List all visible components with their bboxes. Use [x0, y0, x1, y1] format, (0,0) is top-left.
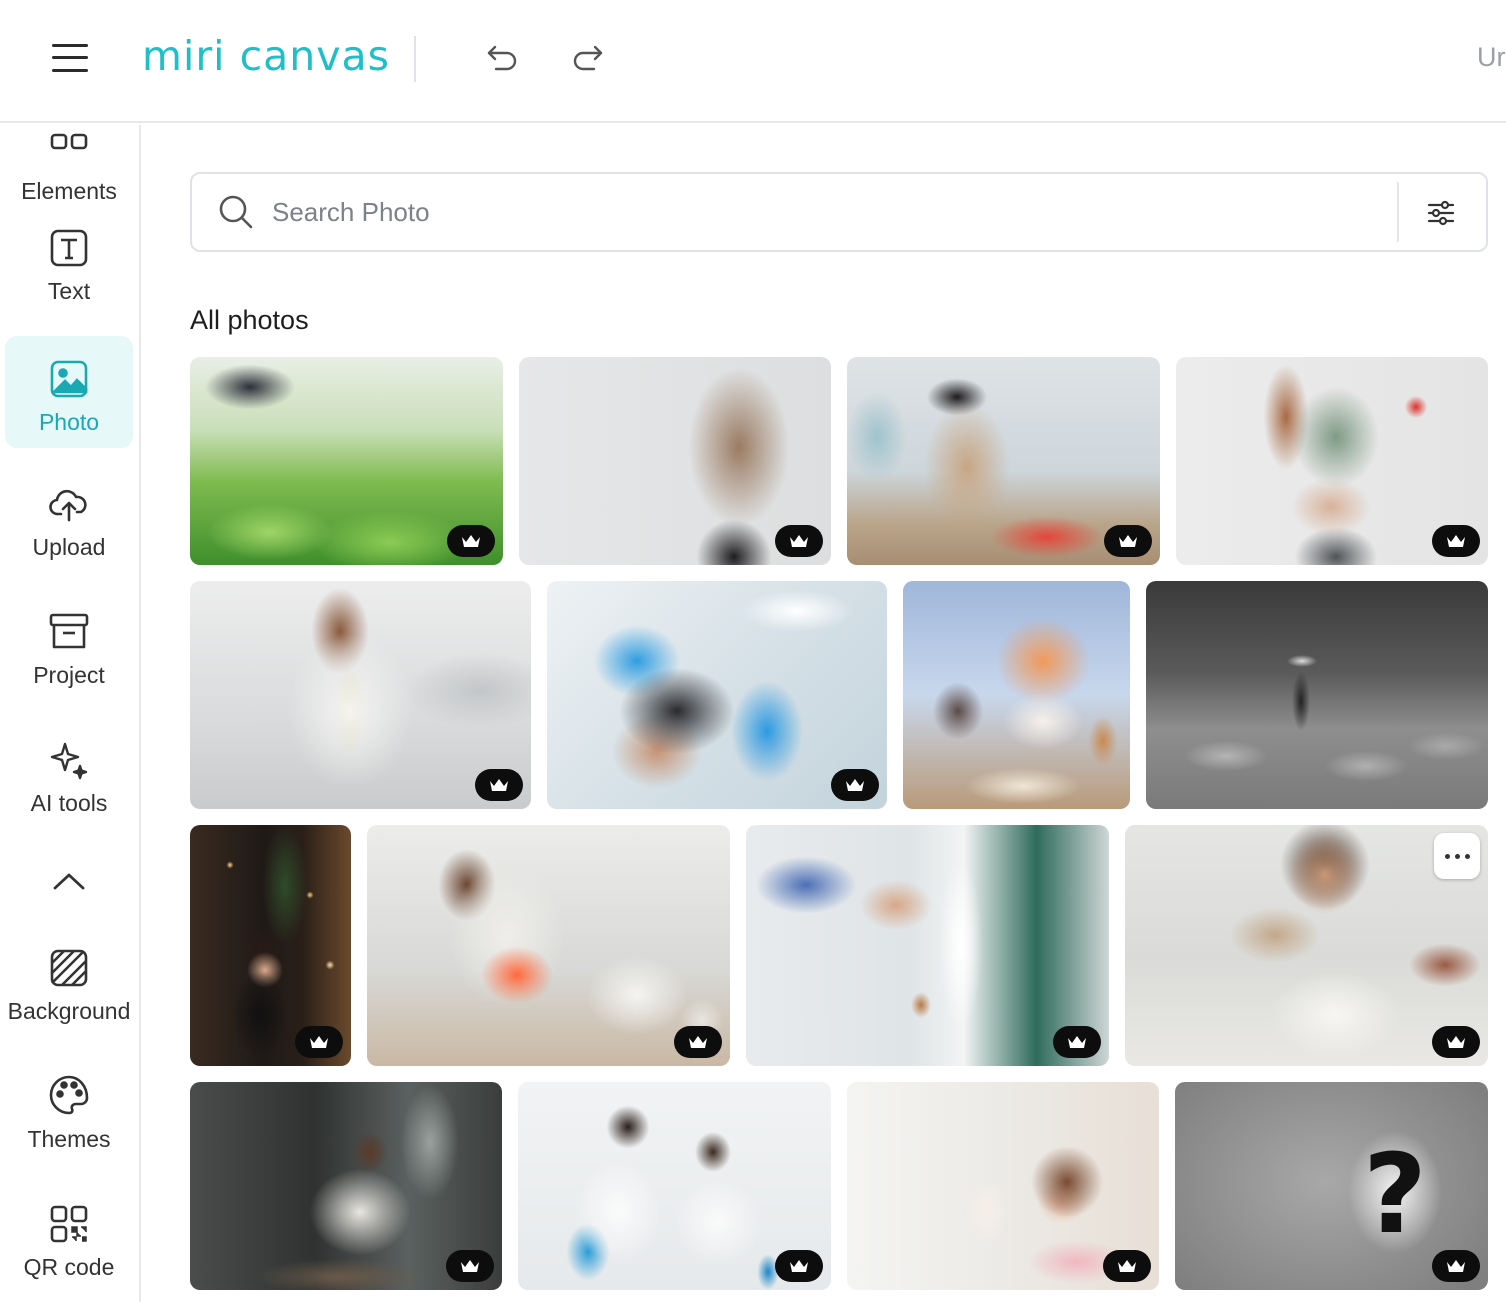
- photo-icon: [50, 360, 88, 398]
- premium-badge: [446, 1250, 494, 1282]
- premium-badge: [674, 1026, 722, 1058]
- photo-woman-christmas-window[interactable]: [190, 825, 351, 1066]
- photo-cartoon-cats-reading[interactable]: [903, 581, 1130, 809]
- photo-woman-measuring-waist-apple[interactable]: [1176, 357, 1488, 565]
- sidebar-item-elements[interactable]: Elements: [5, 125, 133, 217]
- sparkle-icon: [50, 742, 88, 780]
- sidebar-item-label: QR code: [23, 1254, 115, 1280]
- crown-icon: [790, 535, 808, 547]
- crown-icon: [689, 1036, 707, 1048]
- premium-badge: [1432, 525, 1480, 557]
- sidebar: Elements Text Photo Upload Project AI to…: [0, 125, 141, 1302]
- sidebar-item-label: Upload: [32, 534, 106, 560]
- sidebar-item-background[interactable]: Background: [5, 927, 133, 1037]
- sidebar-item-label: Photo: [38, 409, 100, 435]
- crown-icon: [310, 1036, 328, 1048]
- qr-code-icon: [50, 1205, 88, 1243]
- sidebar-item-project[interactable]: Project: [5, 591, 133, 701]
- sidebar-collapse-button[interactable]: [5, 841, 133, 921]
- sidebar-item-label: Themes: [27, 1126, 111, 1152]
- photo-girl-playing-toys[interactable]: [847, 357, 1160, 565]
- search-icon: [219, 195, 253, 229]
- premium-badge: [1053, 1026, 1101, 1058]
- archive-box-icon: [49, 613, 89, 649]
- crown-icon: [1447, 1036, 1465, 1048]
- header-truncated-text[interactable]: Ur: [1477, 42, 1506, 73]
- elements-icon: [50, 133, 88, 150]
- premium-badge: [475, 769, 523, 801]
- photo-farmer-lettuce[interactable]: [190, 357, 503, 565]
- chevron-up-icon: [53, 873, 85, 890]
- photo-question-mark-cards[interactable]: ?: [1175, 1082, 1488, 1290]
- header-divider: [414, 36, 416, 82]
- sidebar-item-label: Text: [47, 278, 91, 304]
- sidebar-item-qr-code[interactable]: QR code: [5, 1183, 133, 1293]
- premium-badge: [1432, 1026, 1480, 1058]
- crown-icon: [461, 1260, 479, 1272]
- photo-kids-science-lab[interactable]: [518, 1082, 831, 1290]
- premium-badge: [775, 1250, 823, 1282]
- svg-text:?: ?: [1363, 1130, 1427, 1258]
- premium-badge: [1432, 1250, 1480, 1282]
- more-options-button[interactable]: [1434, 833, 1480, 879]
- crown-icon: [1447, 535, 1465, 547]
- undo-icon[interactable]: [482, 38, 522, 78]
- search-divider: [1397, 182, 1399, 242]
- text-icon: [50, 229, 88, 267]
- sidebar-item-label: Elements: [21, 178, 117, 204]
- crown-icon: [462, 535, 480, 547]
- photo-woman-help-sign[interactable]: [1125, 825, 1488, 1066]
- premium-badge: [1103, 1250, 1151, 1282]
- photo-panel: All photos: [143, 125, 1506, 1302]
- photo-woman-back-pain-sofa[interactable]: [190, 581, 531, 809]
- premium-badge: [1104, 525, 1152, 557]
- filter-settings-icon[interactable]: [1426, 198, 1456, 228]
- search-input[interactable]: [272, 190, 1372, 234]
- section-title: All photos: [190, 305, 309, 335]
- logo[interactable]: miri canvas: [142, 30, 390, 82]
- photo-scalp-injection[interactable]: [547, 581, 887, 809]
- background-pattern-icon: [50, 949, 88, 987]
- premium-badge: [447, 525, 495, 557]
- crown-icon: [1119, 535, 1137, 547]
- photo-woman-stomach-ache[interactable]: [519, 357, 831, 565]
- crown-icon: [1447, 1260, 1465, 1272]
- sidebar-item-label: Project: [33, 662, 105, 688]
- search-bar: [190, 172, 1488, 252]
- crown-icon: [790, 1260, 808, 1272]
- photo-woman-abdominal-pain-calendar[interactable]: [367, 825, 730, 1066]
- crown-icon: [846, 779, 864, 791]
- palette-icon: [49, 1075, 89, 1115]
- crown-icon: [1118, 1260, 1136, 1272]
- photo-girl-mirror[interactable]: [847, 1082, 1159, 1290]
- sidebar-item-upload[interactable]: Upload: [5, 463, 133, 573]
- redo-icon[interactable]: [568, 38, 608, 78]
- app-header: miri canvas Ur: [0, 0, 1506, 123]
- sidebar-item-label: AI tools: [30, 790, 108, 816]
- sidebar-item-text[interactable]: Text: [5, 207, 133, 317]
- menu-icon[interactable]: [52, 42, 88, 74]
- sidebar-item-photo[interactable]: Photo: [5, 336, 133, 448]
- sidebar-item-label: Background: [7, 998, 131, 1024]
- sidebar-item-ai-tools[interactable]: AI tools: [5, 719, 133, 829]
- photo-woman-sitting-floor-sad[interactable]: [190, 1082, 502, 1290]
- premium-badge: [775, 525, 823, 557]
- crown-icon: [490, 779, 508, 791]
- photo-hand-key-door[interactable]: [746, 825, 1109, 1066]
- crown-icon: [1068, 1036, 1086, 1048]
- upload-cloud-icon: [49, 489, 87, 522]
- premium-badge: [831, 769, 879, 801]
- sidebar-item-themes[interactable]: Themes: [5, 1055, 133, 1165]
- premium-badge: [295, 1026, 343, 1058]
- photo-farmer-field-bw[interactable]: [1146, 581, 1488, 809]
